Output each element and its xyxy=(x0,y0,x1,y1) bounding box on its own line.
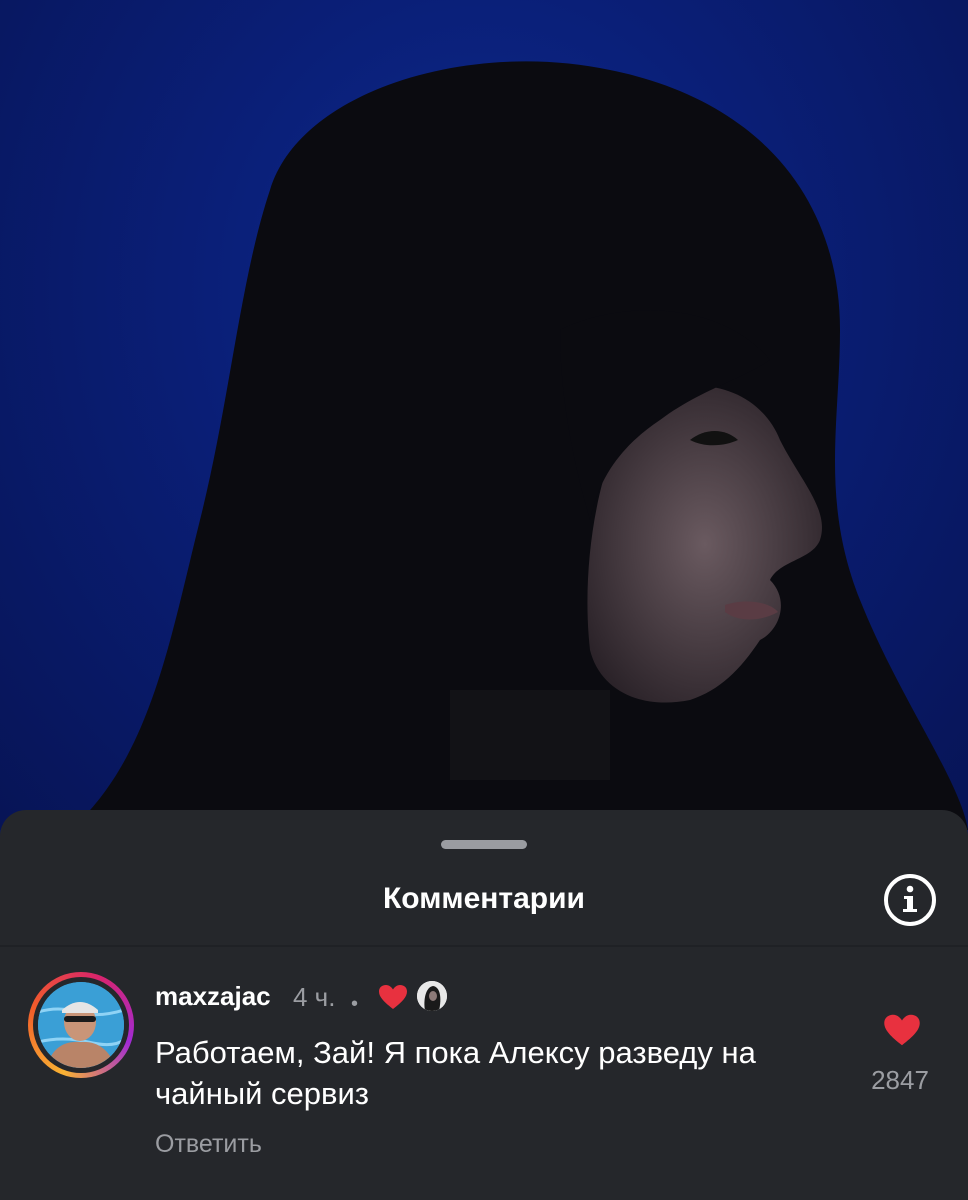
avatar xyxy=(38,982,124,1068)
reply-button[interactable]: Ответить xyxy=(155,1128,262,1160)
sheet-divider xyxy=(0,945,968,947)
info-button[interactable] xyxy=(882,872,938,928)
post-background-image xyxy=(0,0,968,830)
comment-timestamp: 4 ч. xyxy=(293,982,336,1012)
sheet-title: Комментарии xyxy=(382,882,586,915)
creator-avatar xyxy=(417,981,447,1011)
sheet-drag-handle[interactable] xyxy=(441,840,527,849)
info-icon xyxy=(884,874,936,926)
comments-sheet: Комментарии maxzajac 4 ч. • Работаем, За… xyxy=(0,810,968,1200)
creator-liked-heart-icon xyxy=(378,984,408,1015)
comment-text: Работаем, Зай! Я пока Алексу разведу на … xyxy=(155,1035,756,1111)
portrait-illustration xyxy=(70,61,968,830)
heart-icon xyxy=(884,1014,920,1046)
user-photo xyxy=(38,982,124,1068)
comment-username[interactable]: maxzajac xyxy=(155,980,271,1012)
story-ring[interactable] xyxy=(28,972,134,1078)
like-count: 2847 xyxy=(871,1065,929,1095)
like-button[interactable] xyxy=(883,1013,921,1052)
separator-dot: • xyxy=(351,993,359,1015)
